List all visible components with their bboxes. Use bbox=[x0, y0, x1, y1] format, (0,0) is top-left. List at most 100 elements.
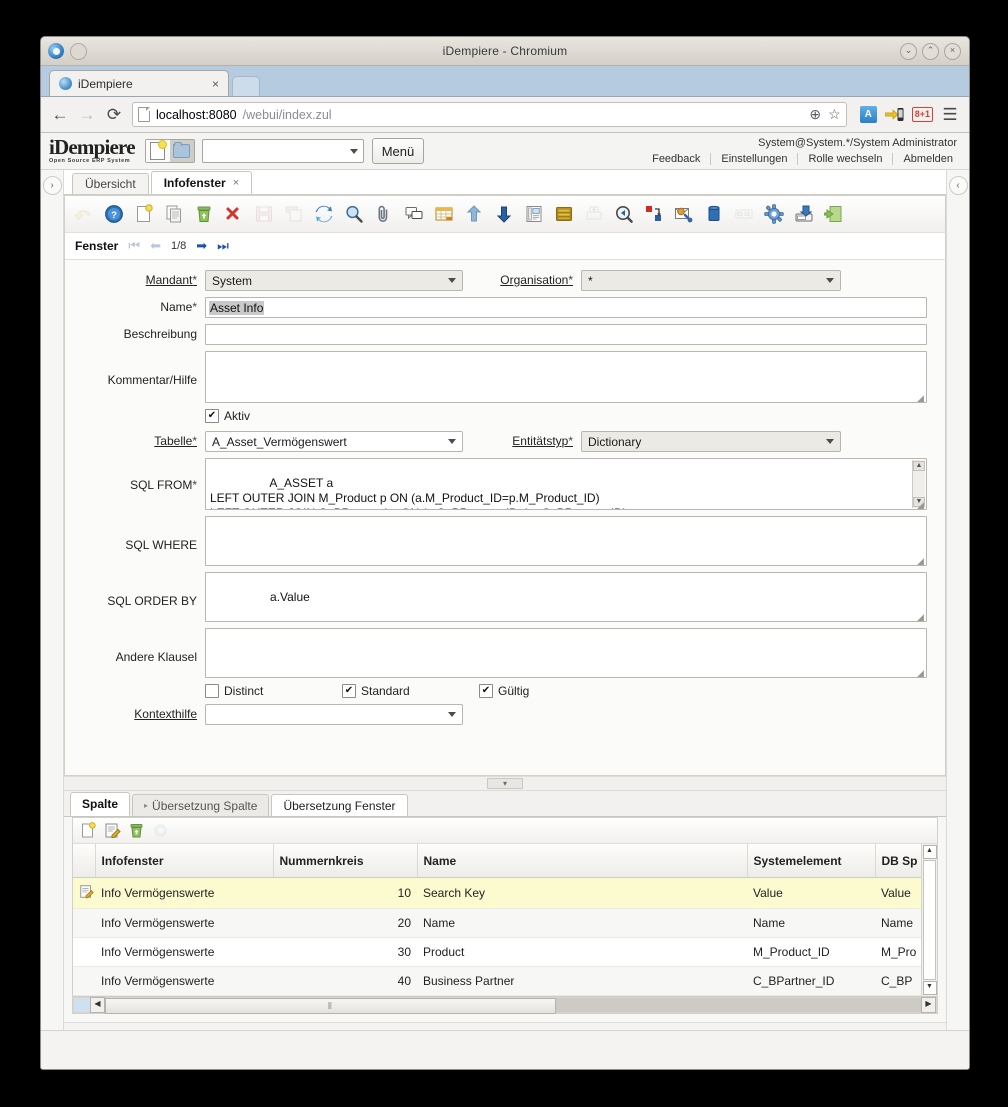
distinct-checkbox[interactable] bbox=[205, 684, 219, 698]
link-feedback[interactable]: Feedback bbox=[642, 153, 712, 165]
sql-order-by-textarea[interactable]: a.Value ◢ bbox=[205, 572, 927, 622]
copy-record-icon[interactable] bbox=[163, 203, 185, 225]
translate-extension-icon[interactable]: A bbox=[859, 106, 877, 123]
table-header-dbsp[interactable]: DB Sp bbox=[875, 844, 921, 878]
tab-infofenster[interactable]: Infofenster × bbox=[150, 171, 253, 194]
panel-splitter[interactable]: ▾ bbox=[64, 776, 946, 791]
entitaetstyp-select[interactable]: Dictionary bbox=[581, 431, 841, 452]
table-row[interactable]: Info Vermögenswerte 10 Search Key Value … bbox=[73, 877, 921, 909]
resize-grip-icon[interactable]: ◢ bbox=[917, 613, 925, 622]
back-icon[interactable]: ← bbox=[51, 105, 69, 125]
distinct-checkbox-row[interactable]: Distinct bbox=[205, 684, 342, 698]
resize-grip-icon[interactable]: ◢ bbox=[917, 394, 925, 403]
resize-grip-icon[interactable]: ◢ bbox=[917, 669, 925, 678]
tab-close-icon[interactable]: × bbox=[209, 77, 222, 91]
bookmark-star-icon[interactable]: ☆ bbox=[828, 106, 841, 123]
kontexthilfe-select[interactable] bbox=[205, 704, 463, 725]
link-einstellungen[interactable]: Einstellungen bbox=[711, 153, 799, 165]
delete-record-icon[interactable] bbox=[193, 203, 215, 225]
andere-klausel-textarea[interactable]: ◢ bbox=[205, 628, 927, 678]
beschreibung-input[interactable] bbox=[205, 324, 927, 345]
table-header-systemelement[interactable]: Systemelement bbox=[747, 844, 876, 878]
address-bar[interactable]: localhost:8080/webui/index.zul ⊕ ☆ bbox=[132, 102, 847, 127]
grid-vertical-scrollbar[interactable]: ▲ ▼ bbox=[921, 844, 937, 996]
active-workflow-icon[interactable] bbox=[643, 203, 665, 225]
aktiv-checkbox[interactable]: ✔ bbox=[205, 409, 219, 423]
gueltig-checkbox-row[interactable]: ✔ Gültig bbox=[479, 684, 529, 698]
new-record-icon[interactable] bbox=[133, 203, 155, 225]
standard-checkbox-row[interactable]: ✔ Standard bbox=[342, 684, 479, 698]
resize-grip-icon[interactable]: ◢ bbox=[917, 501, 925, 510]
grid-horizontal-scrollbar[interactable]: ◀ ⫴ ▶ bbox=[73, 996, 937, 1014]
delete-selection-icon[interactable] bbox=[223, 203, 245, 225]
chat-icon[interactable] bbox=[403, 203, 425, 225]
open-window-button[interactable] bbox=[170, 140, 194, 162]
browser-menu-icon[interactable]: ☰ bbox=[941, 105, 959, 125]
table-header-name[interactable]: Name bbox=[417, 844, 748, 878]
archive-document-icon[interactable] bbox=[793, 203, 815, 225]
new-row-icon[interactable] bbox=[79, 821, 98, 840]
request-icon[interactable] bbox=[673, 203, 695, 225]
tab-uebersicht[interactable]: Übersicht bbox=[72, 173, 149, 194]
browser-tab-idempiere[interactable]: iDempiere × bbox=[49, 70, 229, 96]
page-info-icon[interactable] bbox=[138, 107, 150, 122]
kommentar-textarea[interactable]: ◢ bbox=[205, 351, 927, 403]
hscroll-thumb[interactable]: ⫴ bbox=[105, 998, 556, 1014]
report-icon[interactable] bbox=[523, 203, 545, 225]
mandant-select[interactable]: System bbox=[205, 270, 463, 291]
maximize-icon[interactable]: ⌃ bbox=[922, 42, 939, 60]
name-input[interactable]: Asset Info bbox=[205, 297, 927, 318]
preference-icon[interactable] bbox=[763, 203, 785, 225]
edit-row-icon[interactable] bbox=[103, 821, 122, 840]
scroll-up-icon[interactable]: ▲ bbox=[922, 845, 937, 859]
delete-row-icon[interactable] bbox=[127, 821, 146, 840]
tab-spalte[interactable]: Spalte bbox=[70, 792, 131, 816]
sql-where-textarea[interactable]: ◢ bbox=[205, 516, 927, 566]
table-row[interactable]: Info Vermögenswerte 30 Product M_Product… bbox=[73, 937, 921, 967]
sql-from-textarea[interactable]: A_ASSET a LEFT OUTER JOIN M_Product p ON… bbox=[205, 458, 927, 510]
window-system-menu-icon[interactable] bbox=[70, 42, 87, 60]
last-record-icon[interactable]: ⏭ bbox=[217, 238, 229, 254]
new-tab-button[interactable] bbox=[232, 76, 260, 96]
minimize-icon[interactable]: ⌄ bbox=[900, 42, 917, 60]
organisation-select[interactable]: * bbox=[581, 270, 841, 291]
help-icon[interactable]: ? bbox=[103, 203, 125, 225]
tabelle-select[interactable]: A_Asset_Vermögenswert bbox=[205, 431, 463, 452]
new-window-button[interactable] bbox=[145, 140, 170, 162]
header-search-select[interactable] bbox=[201, 139, 364, 163]
menu-button[interactable]: Menü bbox=[371, 138, 425, 164]
parent-record-icon[interactable] bbox=[463, 203, 485, 225]
table-row[interactable]: Info Vermögenswerte 20 Name Name Name bbox=[73, 908, 921, 938]
scroll-up-icon[interactable]: ▲ bbox=[913, 461, 925, 471]
expand-left-panel-icon[interactable]: › bbox=[42, 176, 62, 195]
link-abmelden[interactable]: Abmelden bbox=[893, 153, 957, 165]
vscroll-thumb[interactable] bbox=[923, 860, 936, 980]
product-info-icon[interactable] bbox=[703, 203, 725, 225]
table-row[interactable]: Info Vermögenswerte 40 Business Partner … bbox=[73, 966, 921, 996]
grid-toggle-icon[interactable] bbox=[433, 203, 455, 225]
gueltig-checkbox[interactable]: ✔ bbox=[479, 684, 493, 698]
scroll-down-icon[interactable]: ▼ bbox=[922, 981, 937, 995]
collapse-right-panel-icon[interactable]: ‹ bbox=[948, 176, 968, 195]
tab-infofenster-close-icon[interactable]: × bbox=[233, 177, 239, 189]
zoom-icon[interactable]: ⊕ bbox=[809, 106, 821, 123]
splitter-handle[interactable]: ▾ bbox=[487, 778, 523, 789]
tab-uebersetzung-fenster[interactable]: Übersetzung Fenster bbox=[271, 794, 408, 816]
scroll-right-icon[interactable]: ▶ bbox=[921, 997, 936, 1013]
tab-uebersetzung-spalte[interactable]: ▸ Übersetzung Spalte bbox=[132, 794, 270, 816]
link-rolle-wechseln[interactable]: Rolle wechseln bbox=[798, 153, 894, 165]
zoom-across-icon[interactable] bbox=[613, 203, 635, 225]
table-header-infofenster[interactable]: Infofenster bbox=[95, 844, 274, 878]
standard-checkbox[interactable]: ✔ bbox=[342, 684, 356, 698]
resize-grip-icon[interactable]: ◢ bbox=[917, 557, 925, 566]
archive-icon[interactable] bbox=[553, 203, 575, 225]
close-icon[interactable]: × bbox=[944, 42, 961, 60]
hscroll-track[interactable]: ⫴ bbox=[105, 998, 921, 1014]
scroll-left-icon[interactable]: ◀ bbox=[90, 997, 105, 1013]
exit-icon[interactable] bbox=[823, 203, 845, 225]
attachment-icon[interactable] bbox=[373, 203, 395, 225]
find-icon[interactable] bbox=[343, 203, 365, 225]
next-record-icon[interactable]: ➡ bbox=[196, 238, 207, 254]
table-header-nummernkreis[interactable]: Nummernkreis bbox=[273, 844, 418, 878]
google-plus-extension-icon[interactable]: 8+1 bbox=[911, 107, 933, 122]
